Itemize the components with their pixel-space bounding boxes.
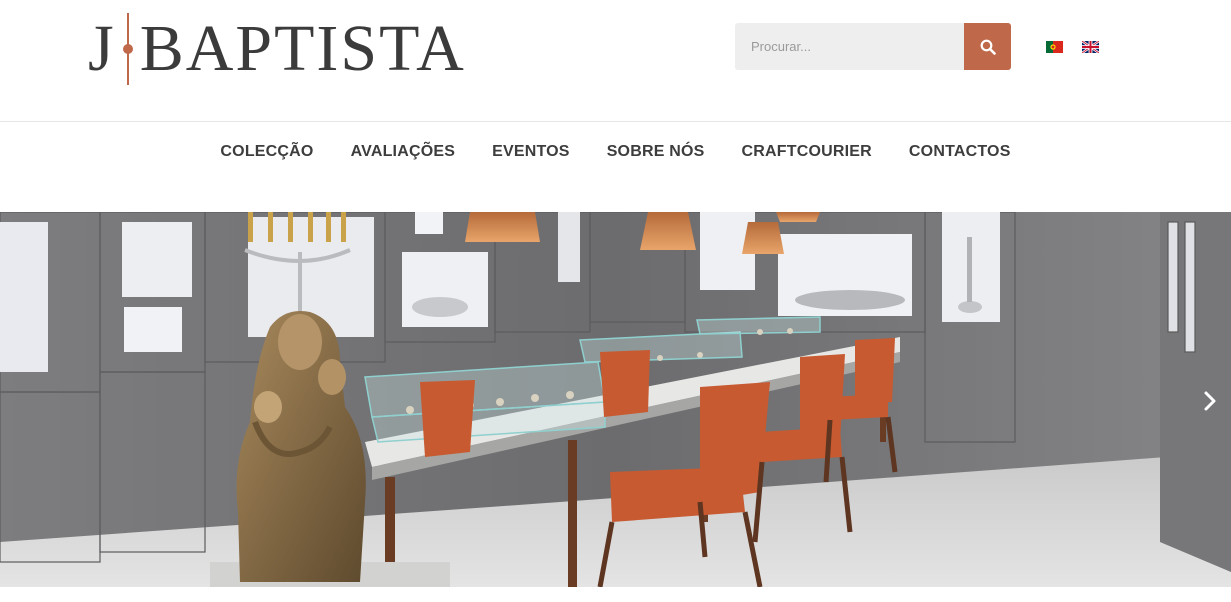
main-navigation: COLECÇÃO AVALIAÇÕES EVENTOS SOBRE NÓS CR…	[0, 122, 1231, 212]
logo-accent-bar	[118, 13, 138, 85]
nav-item-eventos[interactable]: EVENTOS	[492, 143, 570, 161]
slider-next-button[interactable]	[1199, 387, 1221, 415]
nav-item-sobre-nos[interactable]: SOBRE NÓS	[607, 143, 705, 161]
search-icon	[980, 39, 996, 55]
nav-item-coleccao[interactable]: COLECÇÃO	[220, 143, 313, 161]
nav-item-contactos[interactable]: CONTACTOS	[909, 143, 1011, 161]
flag-portugal-icon[interactable]	[1046, 41, 1063, 53]
logo-letter-j: J	[88, 12, 116, 85]
logo-wordmark: BAPTISTA	[139, 12, 466, 85]
chevron-right-icon	[1204, 391, 1216, 411]
nav-item-craftcourier[interactable]: CRAFTCOURIER	[742, 143, 872, 161]
site-header: J BAPTISTA	[0, 0, 1231, 121]
brand-logo[interactable]: J BAPTISTA	[88, 12, 466, 86]
search-form	[735, 23, 1011, 70]
nav-item-avaliacoes[interactable]: AVALIAÇÕES	[351, 143, 456, 161]
showroom-photo	[0, 212, 1231, 587]
flag-uk-icon[interactable]	[1082, 41, 1099, 53]
hero-slider	[0, 212, 1231, 587]
search-input[interactable]	[735, 23, 964, 70]
search-button[interactable]	[964, 23, 1011, 70]
